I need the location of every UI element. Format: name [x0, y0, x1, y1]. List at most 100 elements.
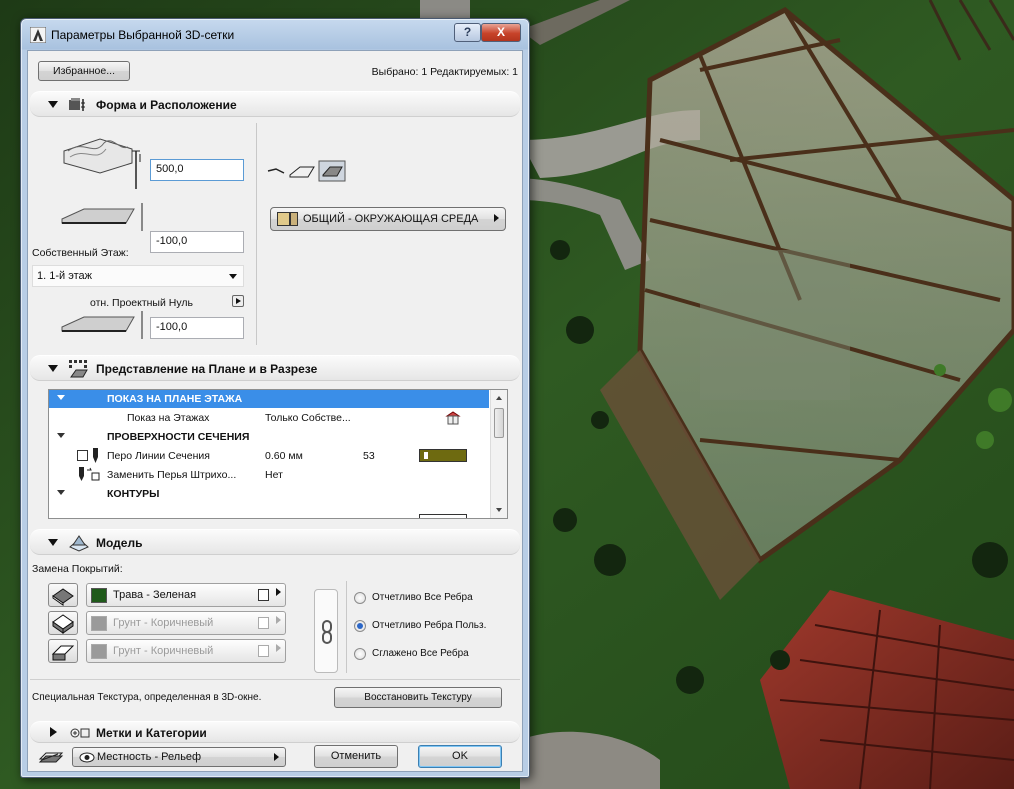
- favorites-button[interactable]: Избранное...: [38, 61, 130, 81]
- pen-color-marker: [424, 452, 428, 459]
- section-model-header[interactable]: Модель: [30, 529, 520, 555]
- reference-level-label: отн. Проектный Нуль: [90, 297, 193, 309]
- help-button[interactable]: ?: [454, 23, 481, 42]
- side-surface-material[interactable]: Грунт - Коричневый: [86, 611, 286, 635]
- texture-icon: [258, 589, 269, 601]
- section-shape-title: Форма и Расположение: [96, 98, 237, 112]
- top-surface-icon: [52, 588, 74, 606]
- layer-dropdown[interactable]: Местность - Рельеф: [72, 747, 286, 767]
- scroll-down-icon[interactable]: [496, 508, 502, 512]
- row-label: ПОКАЗ НА ПЛАНЕ ЭТАЖА: [107, 393, 243, 405]
- material-row-top[interactable]: Трава - Зеленая: [48, 583, 286, 607]
- scroll-up-icon[interactable]: [496, 396, 502, 400]
- section-model-title: Модель: [96, 536, 143, 550]
- link-materials-button[interactable]: [314, 589, 338, 673]
- material-row-side[interactable]: Грунт - Коричневый: [48, 611, 286, 635]
- chain-link-icon: [322, 620, 332, 644]
- home-story-dropdown[interactable]: 1. 1-й этаж: [32, 265, 244, 287]
- expand-triangle-icon[interactable]: [50, 727, 57, 737]
- radio-smooth-all-edges[interactable]: [354, 648, 366, 660]
- expand-triangle-icon[interactable]: [57, 433, 65, 438]
- collapse-triangle-icon[interactable]: [48, 365, 58, 372]
- chevron-right-icon: [494, 214, 499, 222]
- table-row[interactable]: ПРОВЕРХНОСТИ СЕЧЕНИЯ: [49, 428, 489, 446]
- reference-offset-input[interactable]: -100,0: [150, 317, 244, 339]
- radio-sharp-user-edges-label[interactable]: Отчетливо Ребра Польз.: [372, 620, 486, 631]
- model-3d-icon: [69, 535, 89, 552]
- section-shape-header[interactable]: Форма и Расположение: [30, 91, 520, 117]
- radio-sharp-all-edges[interactable]: [354, 592, 366, 604]
- bottom-surface-material[interactable]: Грунт - Коричневый: [86, 639, 286, 663]
- radio-sharp-all-edges-label[interactable]: Отчетливо Все Ребра: [372, 592, 473, 603]
- bottom-surface-icon: [51, 645, 75, 661]
- model-divider: [346, 581, 347, 673]
- radio-smooth-all-edges-label[interactable]: Сглажено Все Ребра: [372, 648, 469, 659]
- table-scrollbar[interactable]: [490, 390, 507, 518]
- section-tags-header[interactable]: Метки и Категории: [30, 721, 520, 743]
- title-bar[interactable]: Параметры Выбранной 3D-сетки ? X: [21, 19, 529, 49]
- archicad-app-icon: [30, 27, 46, 43]
- bottom-surface-button[interactable]: [48, 639, 78, 663]
- material-name: Грунт - Коричневый: [113, 645, 214, 657]
- separator: [30, 679, 520, 680]
- window-title: Параметры Выбранной 3D-сетки: [51, 28, 235, 42]
- mesh-top-elevation-icon: [63, 138, 141, 189]
- row-label: Перо Линии Сечения: [107, 450, 210, 462]
- mesh-top-offset-input[interactable]: 500,0: [150, 159, 244, 181]
- texture-icon: [258, 645, 269, 657]
- restore-texture-button[interactable]: Восстановить Текстуру: [334, 687, 502, 708]
- mesh-base-level-icon: [61, 203, 143, 231]
- radio-sharp-user-edges[interactable]: [354, 620, 366, 632]
- row-value: Нет: [265, 469, 283, 481]
- mesh-base-elevation-input[interactable]: -100,0: [150, 231, 244, 253]
- layer-name: Местность - Рельеф: [97, 751, 202, 763]
- soil-swatch: [91, 616, 107, 631]
- eye-icon: [79, 752, 95, 763]
- grass-swatch: [91, 588, 107, 603]
- surface-material-label: ОБЩИЙ - ОКРУЖАЮЩАЯ СРЕДА: [303, 213, 479, 225]
- side-surface-button[interactable]: [48, 611, 78, 635]
- geometry-method-icons[interactable]: [266, 157, 352, 185]
- floor-plan-icon: [69, 360, 88, 378]
- home-story-label: Собственный Этаж:: [32, 247, 129, 259]
- table-row[interactable]: Показ на Этажах Только Собстве...: [49, 409, 489, 427]
- row-extra: 53: [363, 450, 375, 462]
- pen-icon: [93, 448, 98, 463]
- texture-note: Специальная Текстура, определенная в 3D-…: [32, 692, 262, 703]
- collapse-triangle-icon[interactable]: [48, 101, 58, 108]
- expand-triangle-icon[interactable]: [57, 395, 65, 400]
- collapse-triangle-icon[interactable]: [48, 539, 58, 546]
- table-row[interactable]: КОНТУРЫ: [49, 485, 489, 503]
- expand-triangle-icon[interactable]: [57, 490, 65, 495]
- scroll-thumb[interactable]: [494, 408, 504, 438]
- reference-level-button[interactable]: [232, 295, 244, 307]
- reference-level-icon: [61, 311, 143, 339]
- checkbox-icon[interactable]: [77, 450, 88, 461]
- selection-info: Выбрано: 1 Редактируемых: 1: [371, 66, 518, 78]
- table-row[interactable]: Заменить Перья Штрихо... Нет: [49, 466, 489, 484]
- section-plan-header[interactable]: Представление на Плане и в Разрезе: [30, 355, 520, 381]
- section-tags-title: Метки и Категории: [96, 726, 207, 740]
- plan-properties-table[interactable]: ПОКАЗ НА ПЛАНЕ ЭТАЖА Показ на Этажах Тол…: [48, 389, 508, 519]
- soil-swatch: [91, 644, 107, 659]
- top-surface-material[interactable]: Трава - Зеленая: [86, 583, 286, 607]
- surface-override-label: Замена Покрытий:: [32, 563, 123, 575]
- chevron-right-icon: [276, 616, 281, 624]
- pen-color-swatch[interactable]: [419, 449, 467, 462]
- stories-icon: [445, 411, 461, 425]
- surface-material-dropdown[interactable]: ОБЩИЙ - ОКРУЖАЮЩАЯ СРЕДА: [270, 207, 506, 231]
- table-row[interactable]: ПОКАЗ НА ПЛАНЕ ЭТАЖА: [49, 390, 489, 408]
- row-label: КОНТУРЫ: [107, 488, 160, 500]
- cancel-button[interactable]: Отменить: [314, 745, 398, 768]
- table-row[interactable]: Перо Линии Сечения 0.60 мм 53: [49, 447, 489, 465]
- ok-button[interactable]: OK: [418, 745, 502, 768]
- section-plan-title: Представление на Плане и в Разрезе: [96, 362, 318, 376]
- mesh-settings-dialog: Параметры Выбранной 3D-сетки ? X Избранн…: [20, 18, 530, 778]
- top-surface-button[interactable]: [48, 583, 78, 607]
- chevron-right-icon: [274, 753, 279, 761]
- close-button[interactable]: X: [481, 23, 521, 42]
- row-label: Показ на Этажах: [127, 412, 210, 424]
- material-row-bottom[interactable]: Грунт - Коричневый: [48, 639, 286, 663]
- tags-icon: [70, 728, 90, 738]
- texture-icon: [258, 617, 269, 629]
